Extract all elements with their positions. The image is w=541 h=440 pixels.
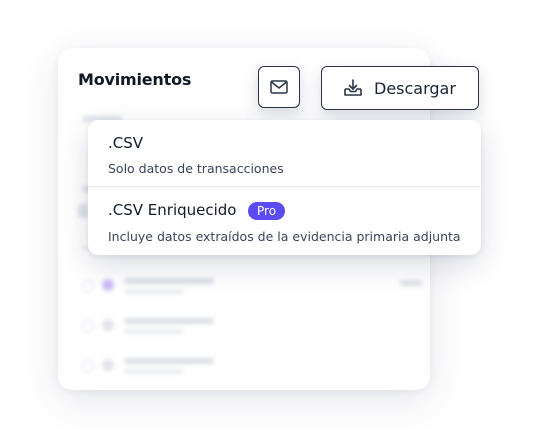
page-title: Movimientos	[78, 70, 192, 89]
blurred-heading	[78, 204, 88, 218]
list-item	[82, 314, 422, 342]
menu-item-title: .CSV	[108, 134, 144, 152]
menu-item-title: .CSV Enriquecido	[108, 201, 237, 219]
download-options-menu: .CSV Solo datos de transacciones .CSV En…	[88, 120, 481, 255]
download-button-label: Descargar	[374, 78, 456, 98]
email-button[interactable]	[258, 66, 300, 108]
pro-badge: Pro	[248, 202, 286, 220]
stage: Movimientos Descargar .CSV Solo datos de…	[0, 0, 541, 440]
list-item	[82, 354, 422, 382]
mail-icon	[270, 80, 288, 94]
menu-item-csv-enriched[interactable]: .CSV Enriquecido Pro Incluye datos extra…	[88, 187, 481, 255]
menu-item-csv[interactable]: .CSV Solo datos de transacciones	[88, 120, 481, 186]
menu-item-description: Incluye datos extraídos de la evidencia …	[108, 229, 461, 244]
download-button[interactable]: Descargar	[321, 66, 479, 110]
menu-item-description: Solo datos de transacciones	[108, 161, 284, 176]
download-tray-icon	[342, 77, 364, 99]
list-item	[82, 274, 422, 302]
